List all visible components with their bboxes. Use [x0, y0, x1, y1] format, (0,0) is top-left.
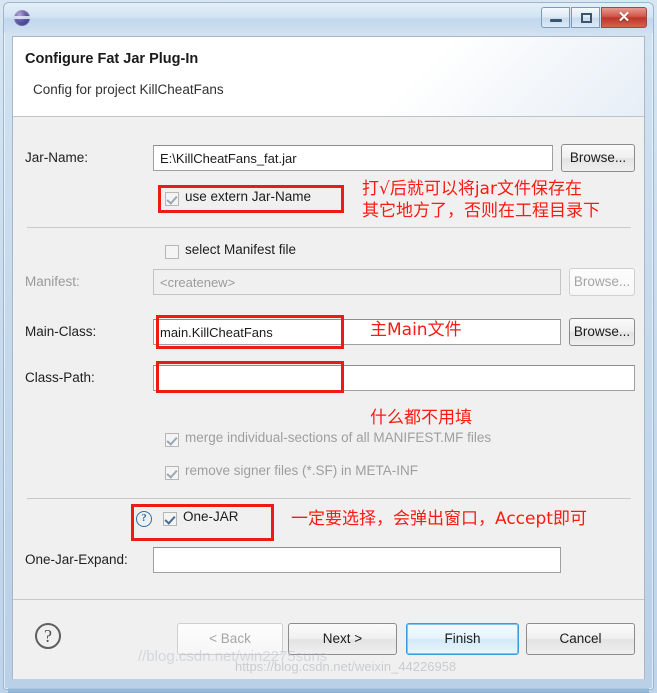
window-bottom-edge: [8, 688, 649, 693]
use-extern-jar-name-label: use extern Jar-Name: [185, 189, 312, 204]
main-class-label: Main-Class:: [25, 324, 97, 339]
page-subtitle: Config for project KillCheatFans: [33, 82, 224, 97]
globe-icon: [14, 10, 30, 26]
jar-name-browse-button[interactable]: Browse...: [561, 144, 635, 172]
one-jar-expand-label: One-Jar-Expand:: [25, 552, 128, 567]
title-bar-blurred-text: · · · · · · · · · · ·: [36, 11, 233, 23]
window-controls: ✕: [541, 7, 647, 29]
close-button[interactable]: ✕: [601, 7, 647, 28]
cancel-button[interactable]: Cancel: [526, 623, 635, 655]
use-extern-jar-name-checkbox[interactable]: [165, 192, 179, 206]
title-bar: · · · · · · · · · · · ✕: [4, 3, 653, 33]
annotation-one-jar: 一定要选择，会弹出窗口，Accept即可: [291, 509, 587, 529]
dialog-header: Configure Fat Jar Plug-In Config for pro…: [13, 37, 644, 117]
maximize-icon: [581, 13, 592, 23]
close-icon: ✕: [617, 9, 631, 26]
page-title: Configure Fat Jar Plug-In: [25, 51, 199, 67]
jar-name-label: Jar-Name:: [25, 150, 89, 165]
remove-signer-files-label: remove signer files (*.SF) in META-INF: [185, 463, 419, 478]
watermark-bottom: https://blog.csdn.net/weixin_44226958: [235, 659, 457, 674]
main-class-browse-button[interactable]: Browse...: [569, 318, 635, 346]
class-path-input[interactable]: [153, 365, 635, 391]
merge-individual-sections-checkbox[interactable]: [165, 433, 179, 447]
manifest-browse-button[interactable]: Browse...: [569, 268, 635, 296]
dialog-footer: ? < Back Next > Finish Cancel //blog.csd…: [13, 599, 644, 679]
annotation-class-path: 什么都不用填: [370, 408, 472, 428]
divider-2: [27, 498, 631, 499]
select-manifest-file-label: select Manifest file: [185, 242, 297, 257]
application-window: · · · · · · · · · · · ✕ Configure Fat Ja…: [0, 0, 657, 693]
minimize-button[interactable]: [541, 7, 570, 28]
merge-individual-sections-label: merge individual-sections of all MANIFES…: [185, 430, 492, 445]
remove-signer-files-checkbox[interactable]: [165, 466, 179, 480]
one-jar-expand-input[interactable]: [153, 547, 561, 573]
select-manifest-file-checkbox[interactable]: [165, 245, 179, 259]
annotation-jar-name-line2: 其它地方了，否则在工程目录下: [362, 201, 600, 221]
one-jar-label: One-JAR: [183, 509, 239, 524]
manifest-label: Manifest:: [25, 274, 80, 289]
main-class-input[interactable]: main.KillCheatFans: [153, 319, 561, 345]
one-jar-help-icon[interactable]: ?: [136, 511, 152, 527]
manifest-input[interactable]: <createnew>: [153, 269, 561, 295]
finish-button[interactable]: Finish: [406, 623, 519, 655]
form-body: Jar-Name: E:\KillCheatFans_fat.jar Brows…: [13, 117, 644, 599]
help-button[interactable]: ?: [35, 623, 61, 649]
maximize-button[interactable]: [571, 7, 600, 28]
annotation-main-class: 主Main文件: [370, 320, 462, 340]
minimize-icon: [550, 19, 562, 22]
dialog-content: Configure Fat Jar Plug-In Config for pro…: [12, 36, 645, 679]
class-path-label: Class-Path:: [25, 370, 95, 385]
jar-name-input[interactable]: E:\KillCheatFans_fat.jar: [153, 145, 553, 171]
annotation-jar-name-line1: 打√后就可以将jar文件保存在: [362, 179, 582, 199]
divider-1: [27, 227, 631, 228]
one-jar-checkbox[interactable]: [163, 512, 177, 526]
